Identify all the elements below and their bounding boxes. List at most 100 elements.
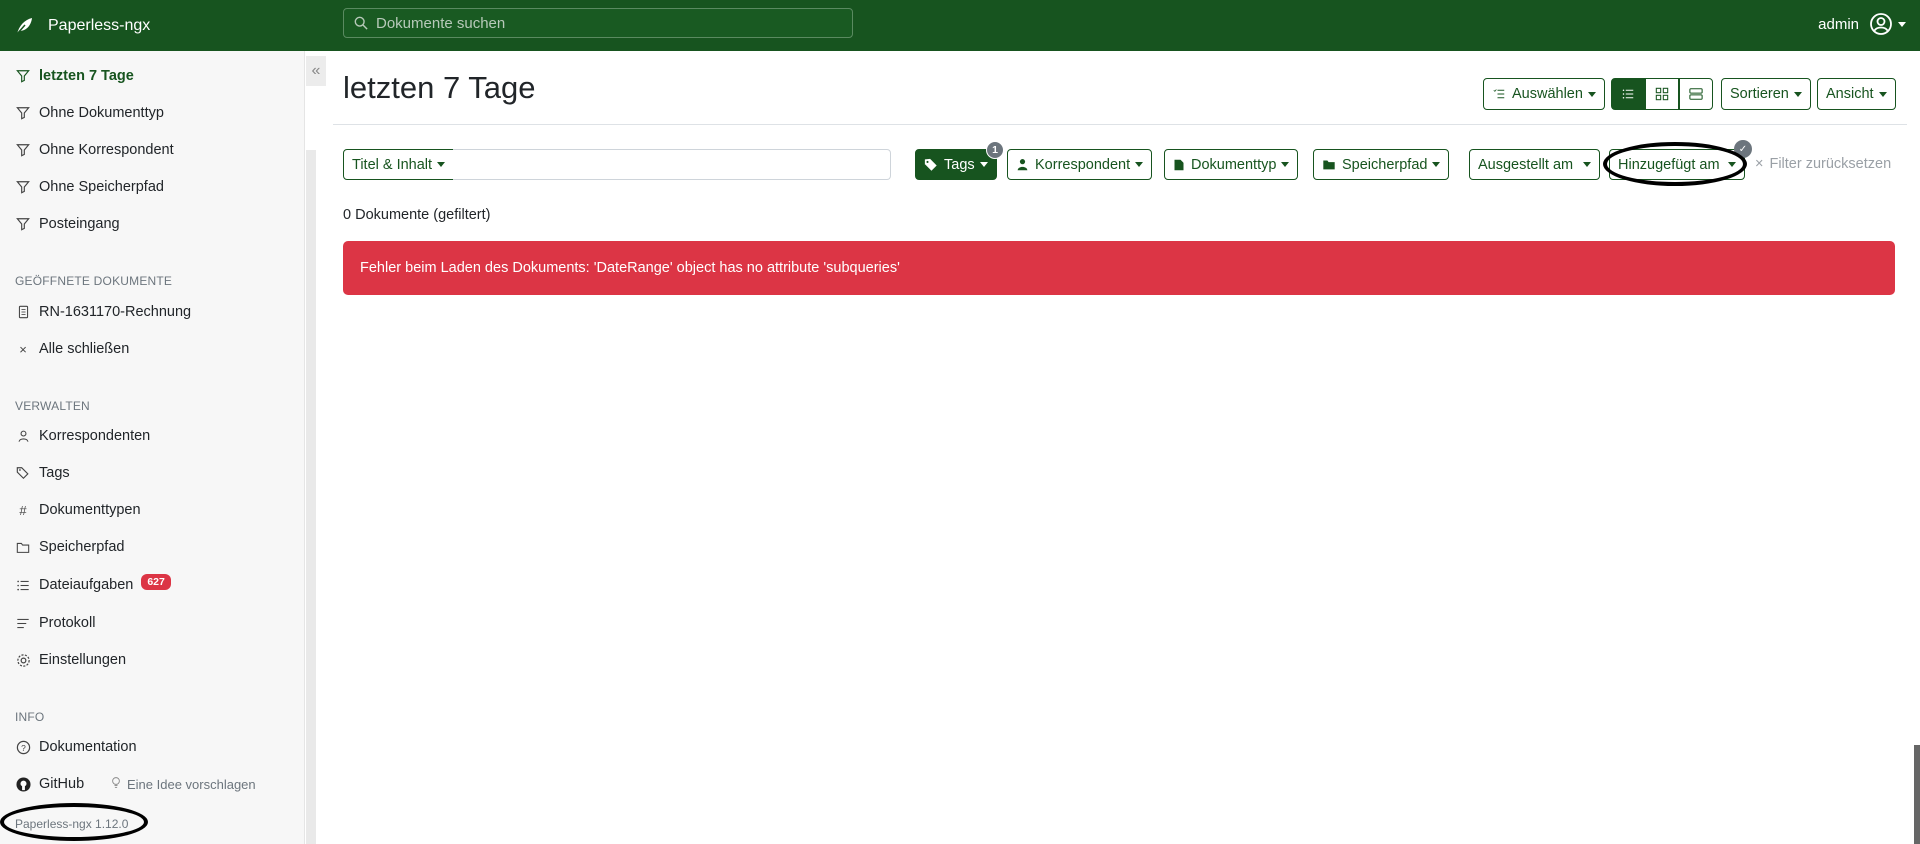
sidebar-item-label: Alle schließen xyxy=(39,341,130,357)
sidebar-item-letzten-7-tage[interactable]: letzten 7 Tage xyxy=(15,68,134,84)
page-title: letzten 7 Tage xyxy=(343,70,536,105)
annotation-circle-added-filter xyxy=(1603,142,1747,186)
view-details-button[interactable] xyxy=(1679,78,1713,110)
hash-icon: # xyxy=(19,502,27,518)
funnel-icon xyxy=(15,142,31,158)
list-tasks-icon xyxy=(15,577,31,593)
text-filter-mode-label: Titel & Inhalt xyxy=(352,156,433,173)
user-circle-icon xyxy=(1870,13,1892,35)
sidebar-item-label: Speicherpfad xyxy=(39,539,125,555)
created-date-filter-button[interactable]: Ausgestellt am xyxy=(1469,149,1601,180)
select-dropdown-button[interactable]: Auswählen xyxy=(1483,78,1605,110)
chevron-down-icon xyxy=(1587,91,1596,97)
tags-icon xyxy=(15,465,31,481)
brand-link[interactable]: Paperless-ngx xyxy=(14,16,150,36)
sidebar-item-ohne-speicherpfad[interactable]: Ohne Speicherpfad xyxy=(15,179,164,195)
chevron-down-icon xyxy=(1281,162,1290,167)
document-icon xyxy=(15,304,31,320)
sidebar-item-close-all[interactable]: × Alle schließen xyxy=(15,341,129,357)
sidebar-item-einstellungen[interactable]: Einstellungen xyxy=(15,652,126,668)
folder-icon xyxy=(1323,160,1335,170)
sidebar-item-label: letzten 7 Tage xyxy=(39,68,134,84)
sidebar-item-tags[interactable]: Tags xyxy=(15,465,70,481)
doctype-filter-label: Dokumenttyp xyxy=(1191,156,1277,173)
section-heading-info: INFO xyxy=(15,710,45,724)
view-label: Ansicht xyxy=(1826,86,1874,102)
storage-path-filter-label: Speicherpfad xyxy=(1342,156,1428,173)
sidebar-item-label: GitHub xyxy=(39,776,85,792)
sort-label: Sortieren xyxy=(1730,86,1789,102)
sidebar-item-dokumentation[interactable]: ? Dokumentation xyxy=(15,739,137,755)
chevron-down-icon xyxy=(1432,162,1441,167)
funnel-icon xyxy=(15,216,31,232)
github-icon xyxy=(15,776,31,792)
question-circle-icon: ? xyxy=(15,739,31,755)
list-icon xyxy=(1622,89,1634,99)
sidebar-item-protokoll[interactable]: Protokoll xyxy=(15,615,95,631)
close-icon: × xyxy=(1755,156,1764,172)
sidebar-item-ohne-dokumenttyp[interactable]: Ohne Dokumenttyp xyxy=(15,105,164,121)
svg-text:?: ? xyxy=(21,742,26,752)
double-chevron-left-icon: « xyxy=(311,62,321,79)
sidebar-item-label: Ohne Speicherpfad xyxy=(39,179,164,195)
person-icon xyxy=(15,428,31,444)
funnel-icon xyxy=(15,179,31,195)
global-search[interactable] xyxy=(343,8,853,38)
sidebar-item-github[interactable]: GitHub xyxy=(15,776,84,792)
reset-filters-label: Filter zurücksetzen xyxy=(1769,156,1892,172)
correspondent-filter-button[interactable]: Korrespondent xyxy=(1007,149,1153,180)
top-navbar: Paperless-ngx admin xyxy=(0,0,1920,51)
sidebar-item-ohne-korrespondent[interactable]: Ohne Korrespondent xyxy=(15,142,174,158)
reset-filters-link[interactable]: × Filter zurücksetzen xyxy=(1755,156,1891,172)
main-scrollbar[interactable] xyxy=(1914,745,1920,844)
suggest-idea-link[interactable]: Eine Idee vorschlagen xyxy=(110,776,256,792)
view-list-button[interactable] xyxy=(1611,78,1645,110)
chevron-down-icon xyxy=(979,162,988,167)
storage-path-filter-button[interactable]: Speicherpfad xyxy=(1313,149,1450,180)
sidebar-item-dateiaufgaben[interactable]: Dateiaufgaben 627 xyxy=(15,574,171,593)
lightbulb-icon xyxy=(110,776,122,792)
user-menu[interactable]: admin xyxy=(1818,12,1906,36)
view-dropdown-button[interactable]: Ansicht xyxy=(1817,78,1896,110)
text-filter-mode-button[interactable]: Titel & Inhalt xyxy=(343,149,455,180)
search-input[interactable] xyxy=(376,14,836,32)
chevron-down-icon xyxy=(1135,162,1144,167)
suggest-idea-label: Eine Idee vorschlagen xyxy=(127,776,256,792)
sidebar-item-label: Dokumenttypen xyxy=(39,502,141,518)
document-count: 0 Dokumente (gefiltert) xyxy=(343,207,491,223)
text-filter-input[interactable] xyxy=(453,149,891,180)
brand-name: Paperless-ngx xyxy=(48,16,151,34)
sidebar-item-label: Korrespondenten xyxy=(39,428,151,444)
collapse-sidebar-button[interactable]: « xyxy=(306,56,326,86)
section-heading-manage: VERWALTEN xyxy=(15,399,90,413)
chevron-down-icon xyxy=(1583,162,1592,167)
chevron-down-icon xyxy=(437,162,446,167)
tag-icon xyxy=(924,158,937,171)
sidebar-item-label: Dateiaufgaben xyxy=(39,577,134,593)
list-check-icon xyxy=(1493,89,1505,99)
sidebar-item-label: RN-1631170-Rechnung xyxy=(39,304,192,320)
chevron-down-icon xyxy=(1898,21,1906,27)
sort-dropdown-button[interactable]: Sortieren xyxy=(1721,78,1811,110)
sidebar-item-speicherpfad[interactable]: Speicherpfad xyxy=(15,539,124,555)
sidebar-item-label: Posteingang xyxy=(39,216,120,232)
chevron-down-icon xyxy=(1878,91,1887,97)
gear-icon xyxy=(15,652,31,668)
sidebar-item-label: Einstellungen xyxy=(39,652,127,668)
tags-filter-label: Tags xyxy=(944,156,975,173)
sidebar-item-dokumenttypen[interactable]: # Dokumenttypen xyxy=(15,502,141,518)
sidebar-scrollbar[interactable] xyxy=(306,150,316,844)
tags-count-badge: 1 xyxy=(986,141,1004,159)
chevron-down-icon xyxy=(1793,91,1802,97)
created-date-filter-label: Ausgestellt am xyxy=(1478,156,1574,173)
doctype-filter-button[interactable]: Dokumenttyp xyxy=(1164,149,1299,180)
sidebar-item-posteingang[interactable]: Posteingang xyxy=(15,216,120,232)
view-grid-button[interactable] xyxy=(1645,78,1679,110)
sidebar-item-label: Ohne Dokumenttyp xyxy=(39,105,164,121)
sidebar-item-korrespondenten[interactable]: Korrespondenten xyxy=(15,428,150,444)
text-lines-icon xyxy=(15,615,31,631)
sidebar-item-open-document[interactable]: RN-1631170-Rechnung xyxy=(15,304,191,320)
folder-icon xyxy=(15,539,31,555)
search-icon xyxy=(354,16,368,30)
tags-filter-button[interactable]: Tags xyxy=(915,149,997,180)
